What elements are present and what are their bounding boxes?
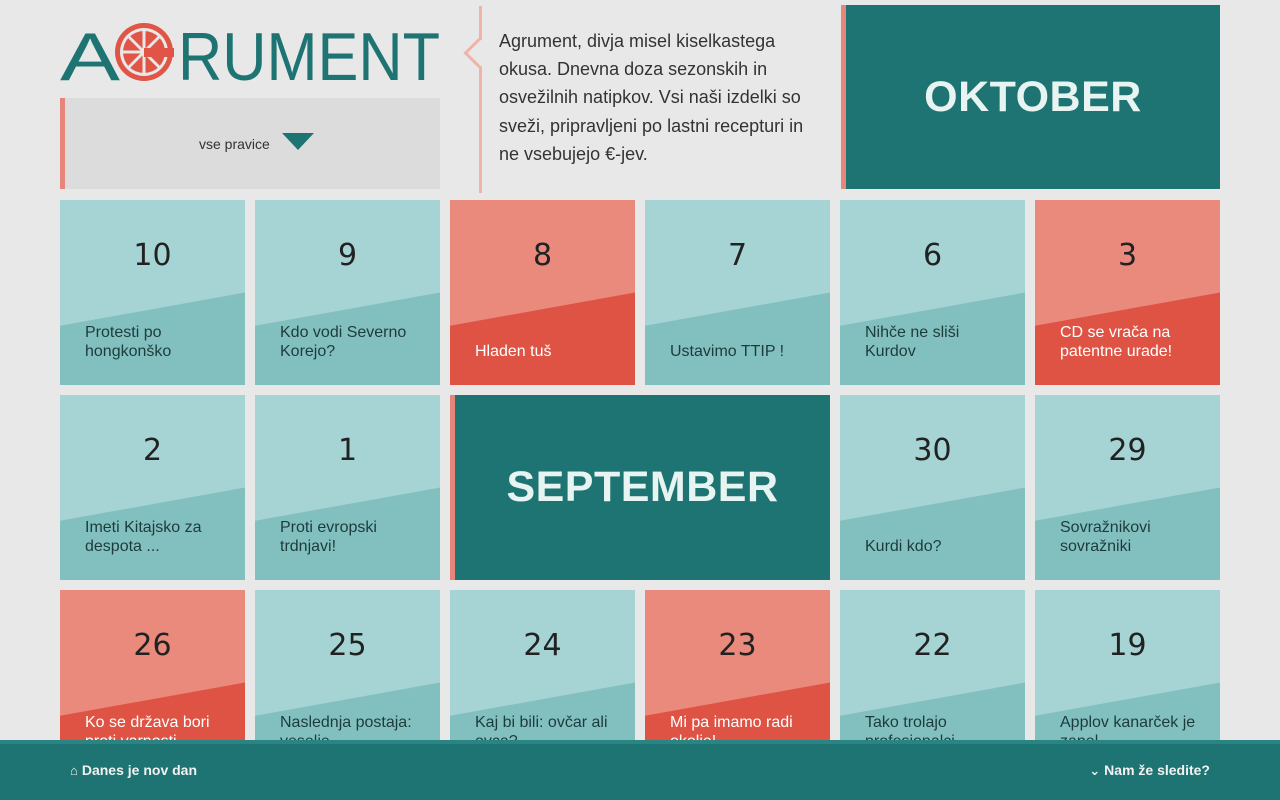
article-tile[interactable]: 3 CD se vrača na patentne urade! [1035,200,1220,385]
tile-title: Protesti po hongkonško [85,324,172,360]
tile-day-number: 7 [727,238,748,273]
tile-day-number: 6 [922,238,943,273]
article-tile[interactable]: 7 Ustavimo TTIP ! [645,200,830,385]
month-title: SEPTEMBER [506,463,779,511]
tile-day-number: 26 [133,628,172,663]
tile-title: CD se vrača na patentne urade! [1060,324,1173,360]
tile-day-number: 8 [532,238,553,273]
article-tile[interactable]: 29 Sovražnikovi sovražniki [1035,395,1220,580]
tile-day-number: 30 [913,433,952,468]
article-tile[interactable]: 10 Protesti po hongkonško [60,200,245,385]
filter-label: vse pravice [199,136,270,152]
home-icon: ⌂ [70,763,78,778]
tile-title: Imeti Kitajsko za despota ... [85,519,202,555]
site-description: Agrument, divja misel kiselkastega okusa… [499,31,804,164]
logo-graphic: A RUMENT [60,19,440,86]
article-tile[interactable]: 9 Kdo vodi Severno Korejo? [255,200,440,385]
chevron-down-icon: ⌄ [1089,763,1101,778]
tile-title: Hladen tuš [475,343,552,360]
today-link[interactable]: ⌂ Danes je nov dan [70,762,197,778]
month-header-october: OKTOBER [841,5,1220,189]
follow-us-link[interactable]: ⌄ Nam že sledite? [1089,762,1210,779]
today-label: Danes je nov dan [81,762,198,778]
tile-title: Sovražnikovi sovražniki [1060,519,1151,555]
tile-title: Proti evropski trdnjavi! [280,519,377,555]
tile-title: Kurdi kdo? [865,538,942,555]
svg-text:A: A [60,19,121,86]
tile-day-number: 29 [1108,433,1147,468]
tile-title: Kdo vodi Severno Korejo? [280,324,407,360]
tile-day-number: 22 [913,628,952,663]
article-tile[interactable]: 1 Proti evropski trdnjavi! [255,395,440,580]
speech-notch [463,37,495,69]
tile-title: Nihče ne sliši Kurdov [865,324,960,360]
follow-label: Nam že sledite? [1104,762,1210,778]
orange-slice-icon [115,23,174,81]
tile-day-number: 9 [337,238,358,273]
article-tile[interactable]: 2 Imeti Kitajsko za despota ... [60,395,245,580]
tile-day-number: 10 [133,238,172,273]
rights-filter-dropdown[interactable]: vse pravice [60,98,440,189]
month-header-september: SEPTEMBER [450,395,830,580]
tile-day-number: 19 [1108,628,1147,663]
month-title: OKTOBER [924,72,1142,121]
tile-day-number: 25 [328,628,367,663]
article-tile[interactable]: 6 Nihče ne sliši Kurdov [840,200,1025,385]
footer-bar: ⌂ Danes je nov dan ⌄ Nam že sledite? [0,740,1280,800]
triangle-down-icon [282,133,314,150]
tile-title: Ustavimo TTIP ! [670,343,785,360]
article-tile[interactable]: 8 Hladen tuš [450,200,635,385]
description-block: Agrument, divja misel kiselkastega okusa… [463,6,824,193]
tile-day-number: 24 [523,628,562,663]
tile-day-number: 1 [337,433,358,468]
tile-day-number: 2 [142,433,163,468]
svg-text:RUMENT: RUMENT [178,19,440,86]
tile-day-number: 23 [718,628,757,663]
article-tile[interactable]: 30 Kurdi kdo? [840,395,1025,580]
agrument-logo[interactable]: A RUMENT [60,18,440,86]
tile-day-number: 3 [1117,238,1138,273]
